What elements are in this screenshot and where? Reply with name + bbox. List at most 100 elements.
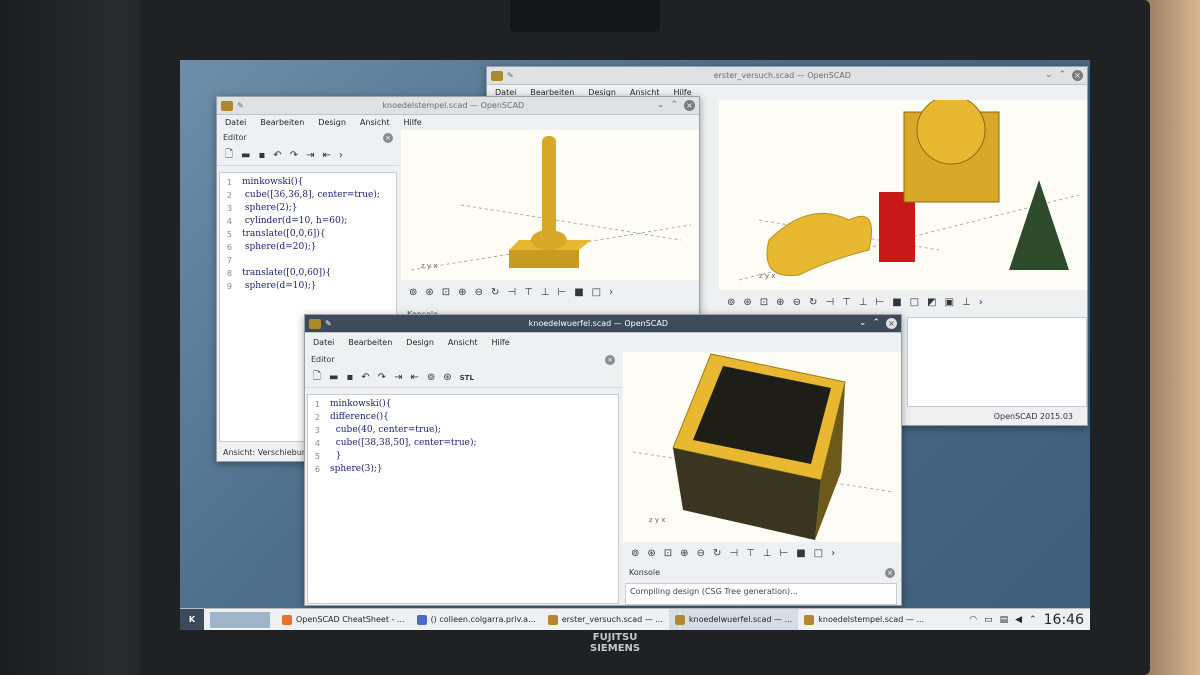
wifi-icon[interactable]: ◠ <box>969 615 977 625</box>
zoom-in-icon[interactable]: ⊕ <box>776 297 784 308</box>
open-file-icon[interactable]: ▬ <box>329 372 338 383</box>
chevron-right-icon[interactable]: › <box>831 548 835 559</box>
render-icon[interactable]: ⊛ <box>743 297 751 308</box>
fold-marker[interactable] <box>234 215 242 228</box>
minimize-icon[interactable]: ⌄ <box>859 318 867 329</box>
undo-icon[interactable]: ↶ <box>361 372 369 383</box>
axes-icon[interactable]: ⊥ <box>962 297 971 308</box>
zoom-out-icon[interactable]: ⊖ <box>793 297 801 308</box>
menu-datei[interactable]: Datei <box>225 118 246 127</box>
fold-marker[interactable] <box>234 280 242 293</box>
menu-hilfe[interactable]: Hilfe <box>491 338 509 347</box>
clipboard-icon[interactable]: ▤ <box>1000 615 1009 625</box>
view-bottom-icon[interactable]: ⊥ <box>859 297 868 308</box>
view-front-icon[interactable]: ■ <box>574 287 583 298</box>
new-file-icon[interactable]: 🗋 <box>225 147 233 164</box>
console-panel[interactable] <box>907 317 1087 407</box>
menu-hilfe[interactable]: Hilfe <box>403 118 421 127</box>
fold-marker[interactable] <box>322 398 330 411</box>
preview-icon[interactable]: ⊚ <box>409 287 417 298</box>
view-all-icon[interactable]: ⊡ <box>442 287 450 298</box>
fold-marker[interactable] <box>234 228 242 241</box>
task-item[interactable]: erster_versuch.scad — ... <box>542 609 669 631</box>
unindent-icon[interactable]: ⇤ <box>322 150 330 161</box>
maximize-icon[interactable]: ⌃ <box>1058 70 1066 81</box>
pin-icon[interactable]: ✎ <box>507 71 514 80</box>
view-left-icon[interactable]: ⊢ <box>558 287 567 298</box>
fold-marker[interactable] <box>234 267 242 280</box>
3d-viewport[interactable]: z y x <box>719 100 1087 290</box>
fold-marker[interactable] <box>234 189 242 202</box>
chevron-up-icon[interactable]: ⌃ <box>1029 615 1037 625</box>
preview-icon[interactable]: ⊚ <box>427 372 435 383</box>
view-right-icon[interactable]: ⊣ <box>507 287 516 298</box>
code-editor[interactable]: 1 minkowski(){2 difference(){3 cube(40, ce… <box>307 394 619 604</box>
app-launcher[interactable]: K <box>180 608 204 630</box>
pin-icon[interactable]: ✎ <box>237 101 244 110</box>
view-top-icon[interactable]: ⊤ <box>842 297 851 308</box>
task-item[interactable]: OpenSCAD CheatSheet - ... <box>276 609 411 631</box>
render-icon[interactable]: ⊛ <box>647 548 655 559</box>
close-icon[interactable]: × <box>684 100 695 111</box>
clock[interactable]: 16:46 <box>1044 612 1084 628</box>
battery-icon[interactable]: ▭ <box>984 615 993 625</box>
menu-bearbeiten[interactable]: Bearbeiten <box>348 338 392 347</box>
menu-design[interactable]: Design <box>406 338 434 347</box>
titlebar[interactable]: ✎ erster_versuch.scad — OpenSCAD ⌄ ⌃ × <box>487 67 1087 85</box>
fold-marker[interactable] <box>322 424 330 437</box>
maximize-icon[interactable]: ⌃ <box>872 318 880 329</box>
reset-view-icon[interactable]: ↻ <box>809 297 817 308</box>
fold-marker[interactable] <box>322 411 330 424</box>
view-back-icon[interactable]: □ <box>910 297 919 308</box>
3d-viewport[interactable]: z y x <box>401 130 699 280</box>
open-file-icon[interactable]: ▬ <box>241 150 250 161</box>
undo-icon[interactable]: ↶ <box>273 150 281 161</box>
close-editor-icon[interactable]: × <box>605 355 615 365</box>
view-left-icon[interactable]: ⊢ <box>780 548 789 559</box>
volume-icon[interactable]: ◀ <box>1015 615 1022 625</box>
titlebar[interactable]: ✎ knoedelstempel.scad — OpenSCAD ⌄ ⌃ × <box>217 97 699 115</box>
chevron-right-icon[interactable]: › <box>609 287 613 298</box>
view-right-icon[interactable]: ⊣ <box>729 548 738 559</box>
preview-icon[interactable]: ⊚ <box>727 297 735 308</box>
chevron-right-icon[interactable]: › <box>339 150 343 161</box>
view-back-icon[interactable]: □ <box>814 548 823 559</box>
chevron-right-icon[interactable]: › <box>979 297 983 308</box>
view-all-icon[interactable]: ⊡ <box>664 548 672 559</box>
save-file-icon[interactable]: ▪ <box>347 372 354 383</box>
close-icon[interactable]: × <box>1072 70 1083 81</box>
view-bottom-icon[interactable]: ⊥ <box>763 548 772 559</box>
3d-viewport[interactable]: z y x <box>623 352 901 542</box>
new-file-icon[interactable]: 🗋 <box>313 369 321 386</box>
close-console-icon[interactable]: × <box>885 568 895 578</box>
minimize-icon[interactable]: ⌄ <box>657 100 665 111</box>
view-all-icon[interactable]: ⊡ <box>760 297 768 308</box>
redo-icon[interactable]: ↷ <box>378 372 386 383</box>
orthogonal-icon[interactable]: ▣ <box>945 297 954 308</box>
maximize-icon[interactable]: ⌃ <box>670 100 678 111</box>
zoom-out-icon[interactable]: ⊖ <box>697 548 705 559</box>
reset-view-icon[interactable]: ↻ <box>491 287 499 298</box>
pin-icon[interactable]: ✎ <box>325 319 332 328</box>
indent-icon[interactable]: ⇥ <box>394 372 402 383</box>
view-left-icon[interactable]: ⊢ <box>876 297 885 308</box>
unindent-icon[interactable]: ⇤ <box>410 372 418 383</box>
zoom-in-icon[interactable]: ⊕ <box>458 287 466 298</box>
view-bottom-icon[interactable]: ⊥ <box>541 287 550 298</box>
menu-bearbeiten[interactable]: Bearbeiten <box>260 118 304 127</box>
view-front-icon[interactable]: ■ <box>892 297 901 308</box>
fold-marker[interactable] <box>234 202 242 215</box>
render-icon[interactable]: ⊛ <box>443 372 451 383</box>
task-item[interactable]: knoedelwuerfel.scad — ... <box>668 608 799 630</box>
view-back-icon[interactable]: □ <box>592 287 601 298</box>
fold-marker[interactable] <box>234 176 242 189</box>
view-front-icon[interactable]: ■ <box>796 548 805 559</box>
export-stl-button[interactable]: STL <box>460 374 474 382</box>
redo-icon[interactable]: ↷ <box>290 150 298 161</box>
task-item[interactable]: knoedelstempel.scad — ... <box>798 609 930 631</box>
pager[interactable] <box>210 611 270 628</box>
fold-marker[interactable] <box>322 463 330 476</box>
fold-marker[interactable] <box>234 254 242 267</box>
fold-marker[interactable] <box>322 450 330 463</box>
close-editor-icon[interactable]: × <box>383 133 393 143</box>
